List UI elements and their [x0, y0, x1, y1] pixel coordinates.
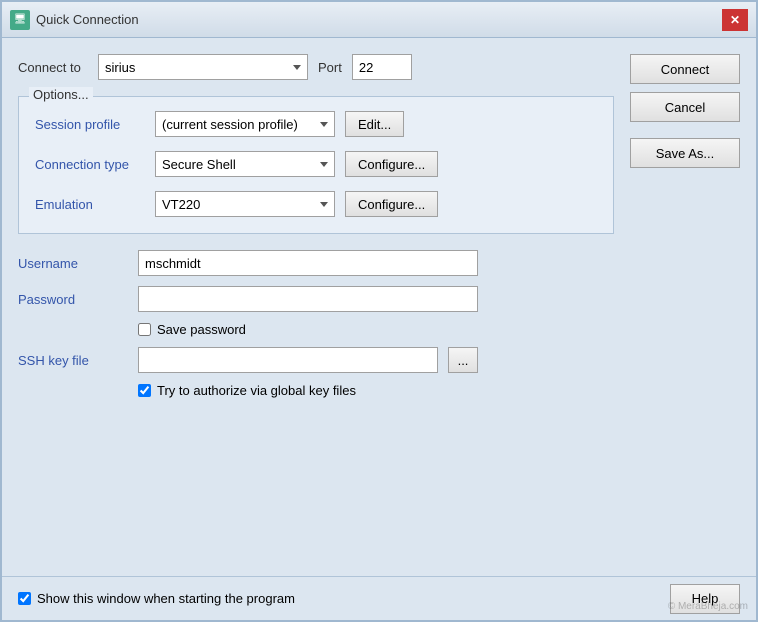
show-window-checkbox[interactable]	[18, 592, 31, 605]
connect-to-select[interactable]: sirius localhost remote	[98, 54, 308, 80]
main-content: Connect to sirius localhost remote Port …	[2, 38, 756, 576]
left-panel: Connect to sirius localhost remote Port …	[18, 54, 614, 560]
session-profile-row: Session profile (current session profile…	[35, 111, 597, 137]
connect-button[interactable]: Connect	[630, 54, 740, 84]
options-section: Options... Session profile (current sess…	[18, 96, 614, 234]
emulation-configure-button[interactable]: Configure...	[345, 191, 438, 217]
ssh-key-input[interactable]	[138, 347, 438, 373]
dialog: 🖥 Quick Connection ✕ Connect to sirius l…	[0, 0, 758, 622]
save-password-checkbox[interactable]	[138, 323, 151, 336]
connection-type-label: Connection type	[35, 157, 145, 172]
save-password-row: Save password	[138, 322, 614, 337]
password-input[interactable]	[138, 286, 478, 312]
session-profile-label: Session profile	[35, 117, 145, 132]
username-row: Username	[18, 250, 614, 276]
port-label: Port	[318, 60, 342, 75]
password-row: Password	[18, 286, 614, 312]
authorize-global-checkbox[interactable]	[138, 384, 151, 397]
session-profile-select[interactable]: (current session profile)	[155, 111, 335, 137]
options-title: Options...	[29, 87, 93, 102]
password-label: Password	[18, 292, 128, 307]
form-section: Username Password Save password SSH key …	[18, 250, 614, 398]
show-window-row: Show this window when starting the progr…	[18, 591, 295, 606]
authorize-global-label: Try to authorize via global key files	[157, 383, 356, 398]
emulation-label: Emulation	[35, 197, 145, 212]
app-icon: 🖥	[10, 10, 30, 30]
save-password-label: Save password	[157, 322, 246, 337]
port-input[interactable]	[352, 54, 412, 80]
username-input[interactable]	[138, 250, 478, 276]
emulation-select[interactable]: VT220 VT100 ANSI xterm	[155, 191, 335, 217]
username-label: Username	[18, 256, 128, 271]
authorize-global-row: Try to authorize via global key files	[138, 383, 614, 398]
connection-type-row: Connection type Secure Shell Telnet SSH2…	[35, 151, 597, 177]
show-window-label: Show this window when starting the progr…	[37, 591, 295, 606]
edit-button[interactable]: Edit...	[345, 111, 404, 137]
bottom-bar: Show this window when starting the progr…	[2, 576, 756, 620]
connect-to-label: Connect to	[18, 60, 88, 75]
connect-row: Connect to sirius localhost remote Port	[18, 54, 614, 80]
cancel-button[interactable]: Cancel	[630, 92, 740, 122]
window-title: Quick Connection	[36, 12, 139, 27]
right-panel: Connect Cancel Save As...	[630, 54, 740, 560]
title-bar-left: 🖥 Quick Connection	[10, 10, 139, 30]
watermark: © MeraBheja.com	[668, 601, 748, 612]
ssh-key-label: SSH key file	[18, 353, 128, 368]
close-button[interactable]: ✕	[722, 9, 748, 31]
browse-button[interactable]: ...	[448, 347, 478, 373]
connection-type-select[interactable]: Secure Shell Telnet SSH2	[155, 151, 335, 177]
title-bar: 🖥 Quick Connection ✕	[2, 2, 756, 38]
ssh-key-row: SSH key file ...	[18, 347, 614, 373]
connection-configure-button[interactable]: Configure...	[345, 151, 438, 177]
save-as-button[interactable]: Save As...	[630, 138, 740, 168]
emulation-row: Emulation VT220 VT100 ANSI xterm Configu…	[35, 191, 597, 217]
